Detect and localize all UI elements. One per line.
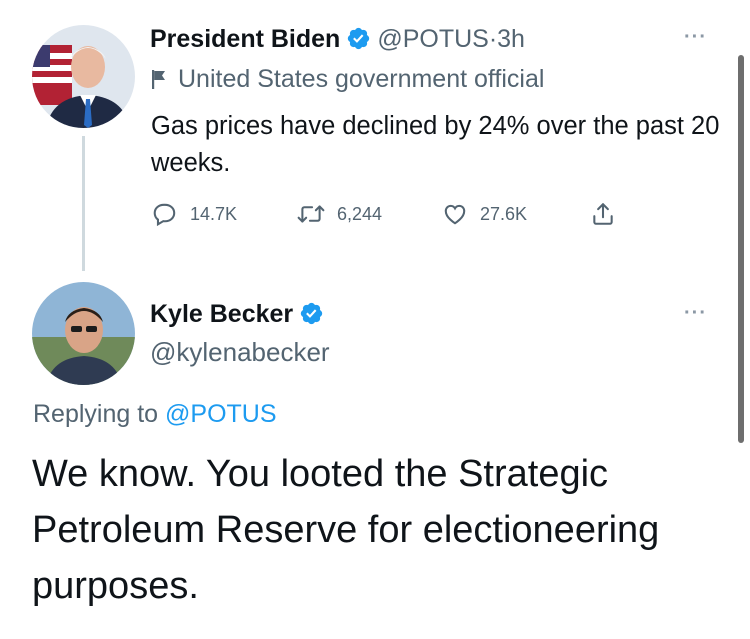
avatar-potus[interactable] [32, 25, 135, 128]
reply-button[interactable]: 14.7K [152, 198, 237, 230]
reply-header: Kyle Becker [150, 297, 330, 333]
reply-icon [153, 203, 176, 227]
replying-prefix: Replying to [33, 400, 159, 428]
retweet-icon [297, 205, 325, 223]
share-icon [593, 203, 613, 225]
author-handle[interactable]: @POTUS [377, 25, 489, 53]
flag-icon [152, 70, 165, 89]
government-label[interactable]: United States government official [152, 64, 544, 94]
replying-to-line: Replying to @POTUS [33, 398, 277, 430]
tweet-header: President Biden @POTUS·3h [150, 24, 525, 62]
thread-connector-line [82, 136, 85, 271]
reply-count: 14.7K [190, 203, 238, 224]
verified-badge-icon [299, 301, 324, 333]
heart-icon [444, 204, 466, 225]
reply-text: We know. You looted the Strategic Petrol… [32, 453, 660, 607]
like-button[interactable]: 27.6K [442, 198, 527, 230]
retweet-count: 6,244 [337, 203, 383, 224]
reply-author-name[interactable]: Kyle Becker [150, 300, 293, 328]
like-count: 27.6K [480, 203, 528, 224]
separator-dot: · [488, 25, 498, 53]
verified-badge-icon [346, 26, 371, 62]
tweet-time[interactable]: 3h [497, 25, 525, 53]
retweet-button[interactable]: 6,244 [297, 198, 382, 230]
tweet-text: Gas prices have declined by 24% over the… [151, 112, 720, 177]
reply-author-handle[interactable]: @kylenabecker [150, 336, 330, 368]
author-name[interactable]: President Biden [150, 25, 340, 53]
more-options-button[interactable]: ··· [684, 26, 707, 49]
reply-more-options-button[interactable]: ··· [684, 302, 707, 325]
scrollbar[interactable] [738, 55, 744, 443]
label-text: United States government official [178, 65, 545, 93]
replying-to-mention[interactable]: @POTUS [165, 400, 277, 428]
share-button[interactable] [590, 198, 616, 230]
avatar-kyle[interactable] [32, 282, 135, 385]
